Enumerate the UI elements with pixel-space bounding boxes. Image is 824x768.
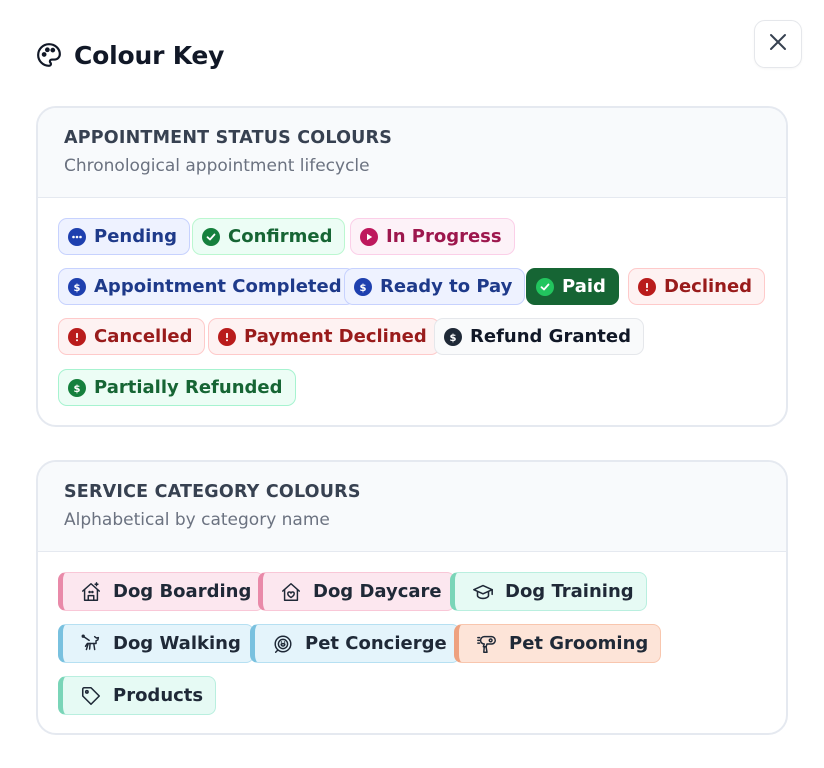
appointment-status-header: APPOINTMENT STATUS COLOURS Chronological… (38, 108, 786, 198)
dollar-circle-icon: $ (68, 378, 86, 397)
status-chip-label: Confirmed (228, 226, 333, 247)
tag-icon (79, 684, 103, 708)
alert-circle-icon (218, 327, 236, 346)
service-chip-pet-concierge: Pet Concierge (250, 624, 460, 663)
status-chip-label: Appointment Completed (94, 276, 342, 297)
status-chip-ready-to-pay: $ Ready to Pay (344, 268, 526, 305)
status-chip-paid: Paid (526, 268, 619, 305)
dog-walking-icon (79, 632, 103, 656)
status-chip-label: Ready to Pay (380, 276, 513, 297)
more-dots-icon (68, 227, 86, 246)
service-chip-label: Dog Daycare (313, 581, 442, 602)
service-chip-products: Products (58, 676, 217, 715)
service-chip-dog-daycare: Dog Daycare (258, 572, 455, 611)
status-chip-label: Payment Declined (244, 326, 427, 347)
dog-house-icon (79, 580, 103, 604)
status-chip-label: Cancelled (94, 326, 193, 347)
check-circle-icon (536, 277, 554, 296)
service-category-title: SERVICE CATEGORY COLOURS (64, 482, 361, 502)
service-category-card: SERVICE CATEGORY COLOURS Alphabetical by… (36, 460, 788, 735)
service-chip-dog-boarding: Dog Boarding (58, 572, 265, 611)
svg-text:$: $ (74, 384, 81, 394)
service-chip-label: Dog Boarding (113, 581, 252, 602)
status-chip-label: Declined (664, 276, 753, 297)
svg-text:$: $ (450, 333, 457, 343)
close-button[interactable] (754, 20, 802, 68)
dollar-circle-icon: $ (444, 327, 462, 346)
svg-text:$: $ (360, 283, 367, 293)
service-category-header: SERVICE CATEGORY COLOURS Alphabetical by… (38, 462, 786, 552)
modal-header: Colour Key (36, 38, 224, 72)
dollar-circle-icon: $ (68, 277, 86, 296)
appointment-status-subtitle: Chronological appointment lifecycle (64, 156, 370, 176)
status-chip-confirmed: Confirmed (192, 218, 346, 255)
status-chip-appointment-completed: $ Appointment Completed (58, 268, 355, 305)
check-circle-icon (202, 227, 220, 246)
svg-text:$: $ (74, 283, 81, 293)
service-category-subtitle: Alphabetical by category name (64, 510, 330, 530)
play-circle-icon (360, 227, 378, 246)
graduation-cap-icon (471, 580, 495, 604)
status-chip-declined: Declined (628, 268, 766, 305)
alert-circle-icon (638, 277, 656, 296)
concierge-icon (271, 632, 295, 656)
status-chip-label: Refund Granted (470, 326, 631, 347)
service-chip-label: Pet Grooming (509, 633, 649, 654)
alert-circle-icon (68, 327, 86, 346)
status-chip-label: Paid (562, 276, 606, 297)
dollar-circle-icon: $ (354, 277, 372, 296)
modal-title: Colour Key (74, 40, 225, 70)
service-chip-pet-grooming: Pet Grooming (454, 624, 662, 663)
status-chip-label: Pending (94, 226, 177, 247)
status-chip-partially-refunded: $ Partially Refunded (58, 369, 296, 406)
status-chip-refund-granted: $ Refund Granted (434, 318, 644, 355)
status-chip-payment-declined: Payment Declined (208, 318, 440, 355)
appointment-status-card: APPOINTMENT STATUS COLOURS Chronological… (36, 106, 788, 427)
status-chip-cancelled: Cancelled (58, 318, 206, 355)
dog-house-heart-icon (279, 580, 303, 604)
status-chip-label: Partially Refunded (94, 377, 283, 398)
status-chip-in-progress: In Progress (350, 218, 515, 255)
service-chip-label: Products (113, 685, 204, 706)
service-chip-dog-training: Dog Training (450, 572, 647, 611)
service-chip-label: Dog Walking (113, 633, 241, 654)
close-icon (768, 32, 788, 56)
palette-icon (36, 42, 62, 68)
hair-dryer-icon (475, 632, 499, 656)
status-chip-label: In Progress (386, 226, 502, 247)
status-chip-pending: Pending (58, 218, 190, 255)
service-chip-label: Dog Training (505, 581, 634, 602)
appointment-status-title: APPOINTMENT STATUS COLOURS (64, 128, 393, 148)
service-chip-label: Pet Concierge (305, 633, 447, 654)
service-chip-dog-walking: Dog Walking (58, 624, 254, 663)
